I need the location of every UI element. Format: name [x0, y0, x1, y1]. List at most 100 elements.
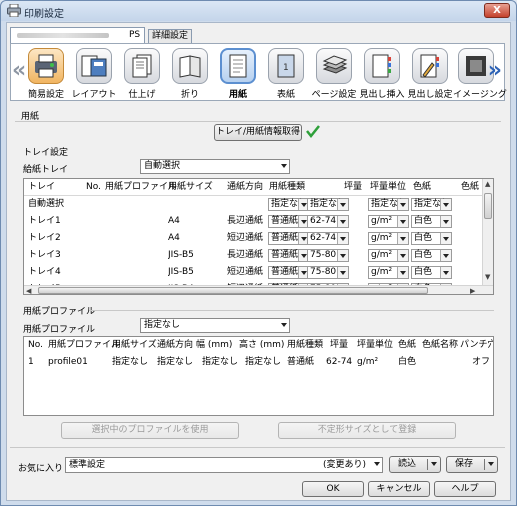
favorites-dropdown[interactable]: 標準設定 (変更あり) — [65, 457, 383, 473]
feed-tray-dropdown[interactable]: 自動選択 — [140, 159, 290, 174]
cell-dropdown[interactable]: 指定なし — [307, 198, 349, 211]
tab-settings-icon — [412, 48, 448, 84]
icon-page-settings[interactable]: ページ設定 — [311, 46, 357, 101]
column-header: 坪量 — [330, 340, 349, 350]
register-custom-size-button[interactable]: 不定形サイズとして登録 — [278, 422, 456, 439]
cell-dropdown-value: 普通紙 — [271, 216, 299, 226]
table-cell: 62-74 — [326, 357, 353, 367]
profile-label: 用紙プロファイル — [23, 325, 96, 335]
paper-icon — [220, 48, 256, 84]
cell-dropdown-value: 75-80 — [310, 267, 337, 277]
tray-table: トレイ No. 用紙プロファイル 用紙サイズ 通紙方向 用紙種類 坪量 坪量単位… — [23, 178, 494, 295]
profile-dropdown[interactable]: 指定なし — [140, 318, 290, 333]
cancel-button[interactable]: キャンセル — [368, 481, 430, 497]
cell-dropdown-value: g/m² — [371, 216, 393, 226]
column-header: 用紙種類 — [287, 340, 324, 350]
column-header: 用紙プロファイル — [105, 182, 178, 192]
icon-label: 折り — [180, 90, 199, 100]
cell-dropdown[interactable]: 62-74 — [307, 232, 349, 245]
table-cell: JIS-B5 — [168, 267, 194, 277]
chevron-down-icon — [397, 250, 408, 261]
get-tray-info-button[interactable]: トレイ/用紙情報取得 — [214, 124, 302, 141]
cell-dropdown[interactable]: 白色 — [411, 266, 452, 279]
table-row[interactable]: トレイ1 A4 長辺通紙 普通紙 62-74 g/m² 白色 — [24, 213, 482, 230]
chevron-down-icon — [440, 250, 451, 261]
scroll-thumb[interactable] — [484, 193, 492, 219]
table-cell: 指定なし — [157, 357, 194, 367]
save-button-label: 保存 — [455, 459, 474, 469]
icon-basic-settings[interactable]: 簡易設定 — [23, 46, 69, 101]
section-divider — [10, 447, 505, 448]
tray-table-vscroll[interactable]: ▲ ▼ — [482, 179, 493, 285]
icon-layout[interactable]: レイアウト — [71, 46, 117, 101]
column-header: 用紙サイズ — [112, 340, 157, 350]
tab-ps[interactable]: PS — [10, 27, 145, 43]
table-row[interactable]: 自動選択 指定なし 指定なし 指定なし 指定なし — [24, 196, 482, 213]
cell-dropdown[interactable]: g/m² — [368, 266, 409, 279]
icon-tab-settings[interactable]: 見出し設定 — [407, 46, 453, 101]
cell-dropdown[interactable]: g/m² — [368, 215, 409, 228]
table-row[interactable]: トレイ3 JIS-B5 長辺通紙 普通紙 75-80 g/m² 白色 — [24, 247, 482, 264]
table-cell: オフ — [472, 357, 491, 367]
cell-dropdown[interactable]: 普通紙 — [268, 249, 310, 262]
cell-dropdown[interactable]: 指定なし — [411, 198, 452, 211]
cell-dropdown-value: 普通紙 — [271, 267, 299, 277]
icon-folding[interactable]: 折り — [167, 46, 213, 101]
cell-dropdown-value: 62-74 — [310, 233, 337, 243]
cell-dropdown[interactable]: 白色 — [411, 215, 452, 228]
cell-dropdown-value: g/m² — [371, 267, 393, 277]
icon-finishing[interactable]: 仕上げ — [119, 46, 165, 101]
page-stack-icon — [316, 48, 352, 84]
use-selected-profile-button[interactable]: 選択中のプロファイルを使用 — [61, 422, 239, 439]
cell-dropdown[interactable]: g/m² — [368, 232, 409, 245]
cell-dropdown[interactable]: 62-74 — [307, 215, 349, 228]
cell-dropdown[interactable]: 白色 — [411, 249, 452, 262]
cell-dropdown[interactable]: 普通紙 — [268, 215, 310, 228]
table-cell: 白色 — [398, 357, 417, 367]
column-header: 坪量単位 — [370, 182, 407, 192]
cell-dropdown[interactable]: 指定なし — [268, 198, 310, 211]
icon-label: 簡易設定 — [27, 90, 64, 100]
blurred-printer-name — [17, 33, 109, 38]
scroll-thumb[interactable] — [38, 287, 428, 294]
tray-table-hscroll[interactable]: ◀ ▶ — [24, 285, 493, 295]
ok-button[interactable]: OK — [302, 481, 364, 497]
table-row[interactable]: 1 profile01 指定なし 指定なし 指定なし 指定なし 普通紙 62-7… — [24, 354, 493, 371]
table-row[interactable]: トレイ2 A4 短辺通紙 普通紙 62-74 g/m² 白色 — [24, 230, 482, 247]
icon-tab-insert[interactable]: 見出し挿入 — [359, 46, 405, 101]
icon-paper[interactable]: 用紙 — [215, 46, 261, 101]
split-separator — [427, 459, 428, 470]
cell-dropdown[interactable]: g/m² — [368, 249, 409, 262]
feed-tray-value: 自動選択 — [144, 161, 181, 171]
cell-dropdown-value: 75-80 — [310, 250, 337, 260]
split-separator — [484, 459, 485, 470]
cell-dropdown[interactable]: 指定なし — [368, 198, 409, 211]
title-bar: 印刷設定 X — [1, 1, 516, 21]
cell-dropdown-value: 62-74 — [310, 216, 337, 226]
tab-insert-icon — [364, 48, 400, 84]
column-header: 色紙 — [398, 340, 417, 350]
save-button[interactable]: 保存 — [446, 456, 498, 473]
close-button[interactable]: X — [484, 3, 510, 18]
table-cell: g/m² — [357, 357, 379, 367]
cell-dropdown[interactable]: 白色 — [411, 232, 452, 245]
table-cell: 指定なし — [202, 357, 239, 367]
cell-dropdown[interactable]: 75-80 — [307, 249, 349, 262]
cell-dropdown[interactable]: 普通紙 — [268, 266, 310, 279]
table-row[interactable]: トレイ4 JIS-B5 短辺通紙 普通紙 75-80 g/m² 白色 — [24, 264, 482, 281]
tab-advanced[interactable]: 詳細設定 — [148, 29, 192, 43]
column-header: 通紙方向 — [227, 182, 264, 192]
cell-dropdown[interactable]: 普通紙 — [268, 232, 310, 245]
icon-cover[interactable]: 1 表紙 — [263, 46, 309, 101]
column-header: No. — [28, 340, 43, 350]
load-button[interactable]: 読込 — [389, 456, 441, 473]
scroll-right-icon: ▶ — [470, 287, 476, 295]
cell-dropdown-value: 白色 — [414, 216, 433, 226]
cell-dropdown[interactable]: 75-80 — [307, 266, 349, 279]
table-cell: トレイ3 — [28, 250, 61, 260]
column-header: 色紙 — [461, 182, 480, 192]
chevron-down-icon — [337, 250, 348, 261]
scroll-right-arrow[interactable]: » — [488, 58, 502, 83]
help-button[interactable]: ヘルプ — [434, 481, 496, 497]
layout-icon — [76, 48, 112, 84]
